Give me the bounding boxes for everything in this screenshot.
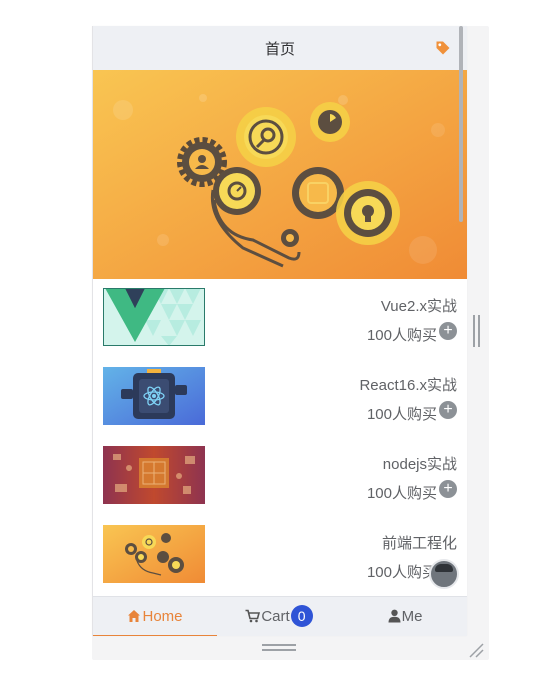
app-window: 首页 Vue2.x实战 100人购买 + React16.x实战 100人购买 … (92, 26, 467, 636)
scrollbar-thumb[interactable] (459, 26, 463, 222)
home-icon (128, 610, 141, 622)
cart-count-badge: 0 (290, 605, 313, 627)
list-item[interactable]: React16.x实战 100人购买 + (93, 358, 467, 437)
nodejs-thumbnail (103, 446, 205, 504)
tab-home[interactable]: Home (93, 597, 217, 636)
side-resize-handle[interactable] (473, 315, 481, 347)
buyer-count: 100人购买 (366, 564, 437, 581)
product-title: 前端工程化 (381, 535, 457, 552)
product-title: Vue2.x实战 (380, 298, 457, 315)
list-item[interactable]: nodejs实战 100人购买 + (93, 437, 467, 516)
list-item[interactable]: 前端工程化 100人购买 (93, 516, 467, 595)
floating-button-icon (435, 564, 453, 572)
add-to-cart-button[interactable]: + (439, 480, 457, 498)
buyer-count: 100人购买 (366, 485, 437, 502)
bottom-tab-bar: Home Cart 0 Me (93, 596, 467, 636)
list-item[interactable]: Vue2.x实战 100人购买 + (93, 279, 467, 358)
product-list: Vue2.x实战 100人购买 + React16.x实战 100人购买 + n… (93, 279, 467, 596)
product-title: React16.x实战 (359, 377, 457, 394)
react-thumbnail (103, 367, 205, 425)
engineering-thumbnail (103, 525, 205, 583)
banner-gears-illustration (93, 70, 467, 279)
tab-cart[interactable]: Cart 0 (217, 597, 341, 636)
resize-corner-icon[interactable] (468, 642, 484, 658)
floating-action-button[interactable] (429, 559, 459, 589)
page-title: 首页 (264, 41, 295, 58)
buyer-count: 100人购买 (366, 327, 437, 344)
product-title: nodejs实战 (382, 456, 457, 473)
cart-icon (245, 609, 261, 623)
bottom-resize-handle[interactable] (262, 644, 296, 652)
tab-cart-label: Cart (261, 608, 290, 625)
user-icon (388, 609, 401, 623)
tab-me[interactable]: Me (343, 597, 467, 636)
add-to-cart-button[interactable]: + (439, 401, 457, 419)
add-to-cart-button[interactable]: + (439, 322, 457, 340)
app-header: 首页 (93, 26, 467, 71)
banner-carousel[interactable] (93, 70, 467, 279)
tab-home-label: Home (142, 608, 183, 625)
tag-icon[interactable] (435, 40, 451, 56)
tab-me-label: Me (401, 608, 423, 625)
buyer-count: 100人购买 (366, 406, 437, 423)
vue-thumbnail (103, 288, 205, 346)
